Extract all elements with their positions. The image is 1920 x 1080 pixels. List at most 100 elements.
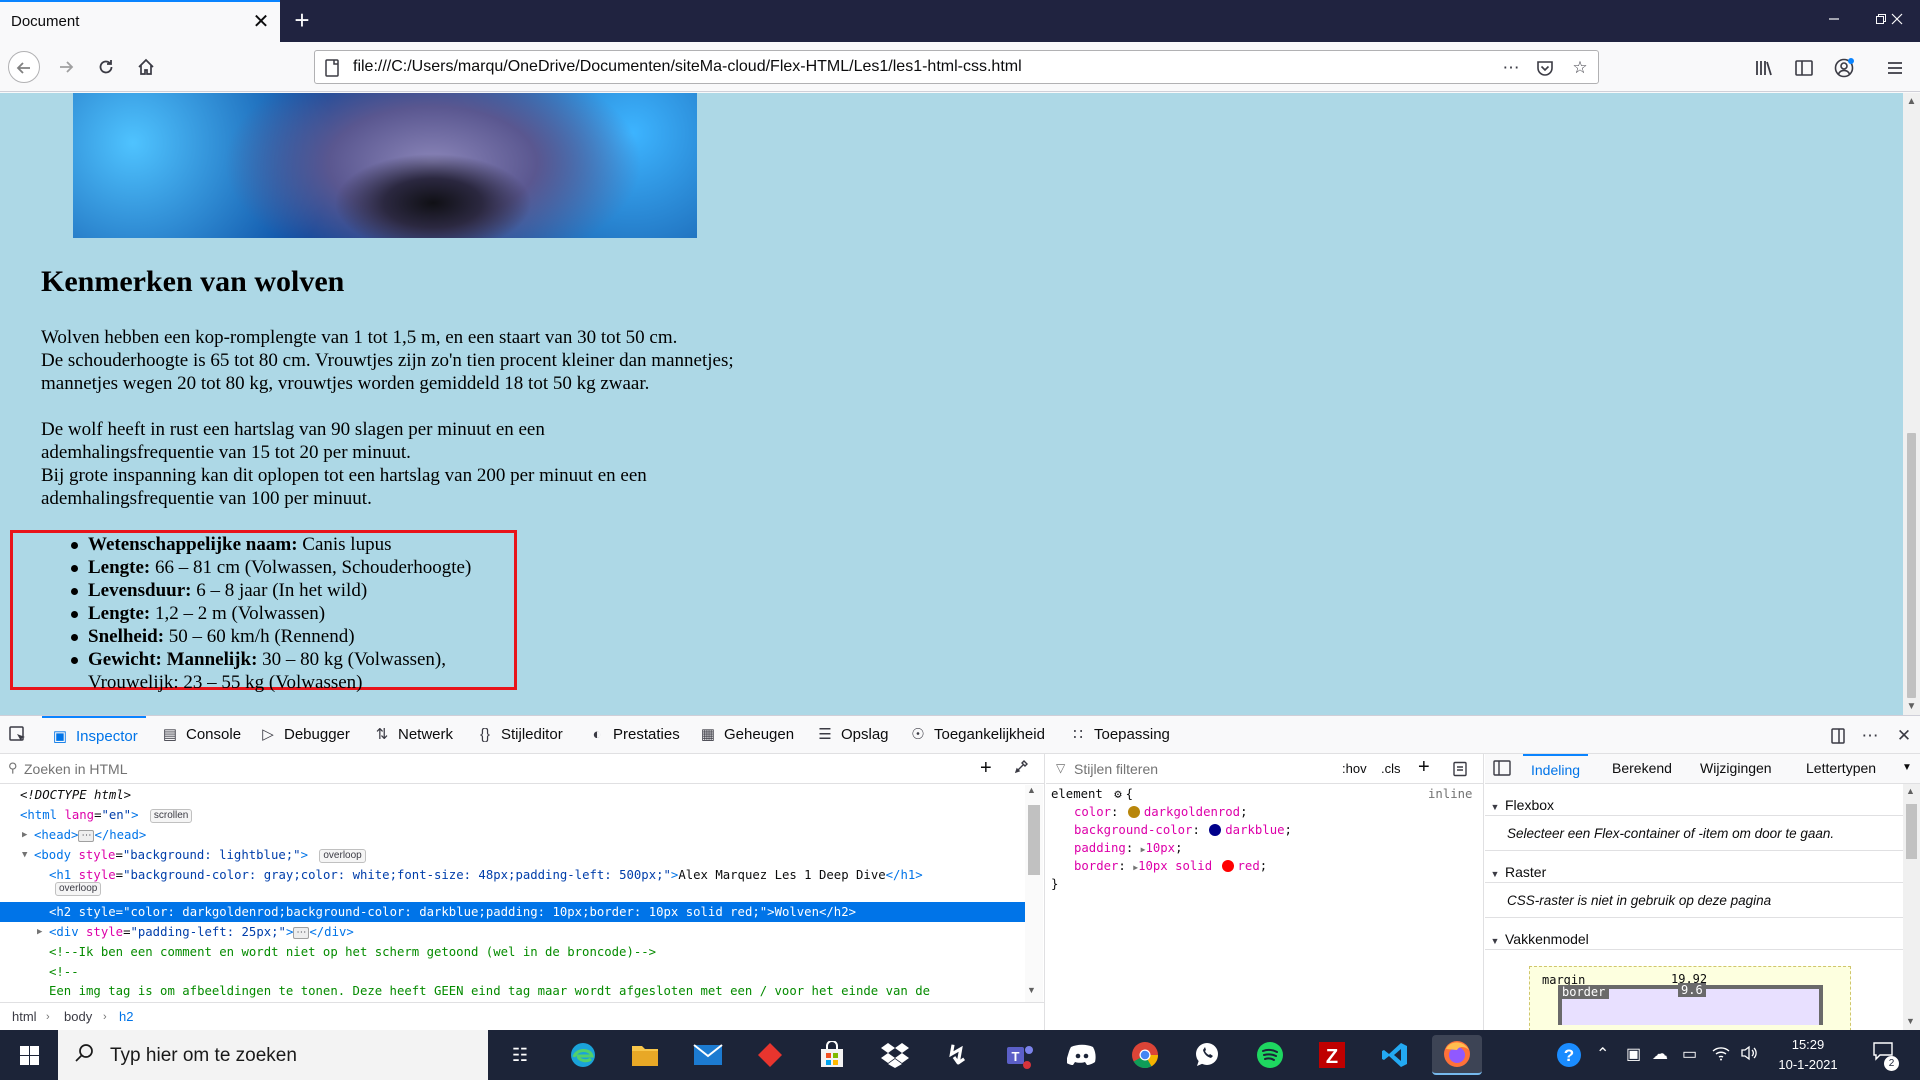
tab-performance[interactable]: ◐ Prestaties bbox=[587, 716, 679, 754]
color-swatch-icon[interactable] bbox=[1209, 824, 1222, 836]
tab-indeling[interactable]: Indeling bbox=[1523, 754, 1589, 784]
cls-toggle[interactable]: .cls bbox=[1381, 758, 1401, 780]
meet-now-icon[interactable]: ▣ bbox=[1626, 1045, 1641, 1065]
forward-button[interactable] bbox=[50, 51, 82, 83]
tab-memory[interactable]: ▦ Geheugen bbox=[698, 716, 794, 754]
scroll-down-icon[interactable]: ▼ bbox=[1903, 698, 1920, 715]
edge-icon[interactable] bbox=[563, 1035, 603, 1075]
devtools-menu-icon[interactable]: ⋯ bbox=[1858, 724, 1882, 748]
clock[interactable]: 15:29 10-1-2021 bbox=[1768, 1035, 1848, 1075]
tab-application[interactable]: ∷ Toepassing bbox=[1068, 716, 1170, 754]
home-button[interactable] bbox=[130, 51, 162, 83]
filezilla-icon[interactable]: Z bbox=[1312, 1035, 1352, 1075]
breadcrumb-body[interactable]: body bbox=[64, 1003, 92, 1031]
scroll-badge[interactable]: scrollen bbox=[149, 808, 193, 823]
add-rule-icon[interactable]: + bbox=[1418, 756, 1430, 778]
window-close-button[interactable] bbox=[1874, 0, 1920, 42]
markup-scroll-thumb[interactable] bbox=[1028, 805, 1040, 875]
page-scroll-thumb[interactable] bbox=[1907, 433, 1916, 698]
devtools-close-icon[interactable]: ✕ bbox=[1892, 724, 1916, 748]
markup-node-comment[interactable]: <!--Ik ben een comment en wordt niet op … bbox=[0, 942, 1025, 962]
markup-node-html[interactable]: <html lang="en"> scrollen bbox=[0, 805, 1025, 825]
new-tab-button[interactable]: + bbox=[287, 6, 317, 36]
tab-accessibility[interactable]: ☉ Toegankelijkheid bbox=[908, 716, 1045, 754]
teams-icon[interactable]: T bbox=[1000, 1035, 1040, 1075]
dropbox-icon[interactable] bbox=[875, 1035, 915, 1075]
markup-node-body[interactable]: ▼ <body style="background: lightblue;"> … bbox=[0, 845, 1025, 865]
markup-tree[interactable]: <!DOCTYPE html> <html lang="en"> scrolle… bbox=[0, 785, 1025, 998]
battery-icon[interactable]: ▭ bbox=[1682, 1045, 1697, 1065]
discord-icon[interactable] bbox=[1062, 1035, 1102, 1075]
markup-node-comment[interactable]: <!-- bbox=[0, 962, 1025, 982]
rule-prop-padding[interactable]: padding: ▶10px; bbox=[1074, 839, 1183, 857]
overflow-badge[interactable]: overloop bbox=[319, 848, 366, 863]
breadcrumb-h2[interactable]: h2 bbox=[119, 1003, 133, 1031]
section-boxmodel-header[interactable]: ▼ Vakkenmodel bbox=[1485, 928, 1903, 950]
more-tabs-chevron-icon[interactable]: ▼ bbox=[1902, 754, 1912, 784]
layout-scroll-thumb[interactable] bbox=[1906, 804, 1917, 859]
gear-icon[interactable]: ⚙ bbox=[1114, 785, 1121, 803]
scroll-up-icon[interactable]: ▲ bbox=[1903, 93, 1920, 110]
spotify-icon[interactable] bbox=[1250, 1035, 1290, 1075]
tab-lettertypen[interactable]: Lettertypen bbox=[1806, 754, 1876, 784]
store-icon[interactable] bbox=[812, 1035, 852, 1075]
print-media-icon[interactable] bbox=[1452, 758, 1468, 784]
markup-node-head[interactable]: ▶ <head> ⋯ </head> bbox=[0, 825, 1025, 845]
page-actions-icon[interactable]: ⋯ bbox=[1499, 56, 1523, 80]
pocket-icon[interactable] bbox=[1533, 56, 1557, 80]
color-swatch-icon[interactable] bbox=[1221, 860, 1234, 872]
tab-style-editor[interactable]: {} Stijleditor bbox=[475, 716, 563, 754]
expand-triangle-icon[interactable]: ▶ bbox=[22, 825, 27, 845]
back-button[interactable] bbox=[8, 51, 40, 83]
tab-wijzigingen[interactable]: Wijzigingen bbox=[1700, 754, 1772, 784]
color-swatch-icon[interactable] bbox=[1127, 806, 1140, 818]
whatsapp-icon[interactable] bbox=[1187, 1035, 1227, 1075]
tab-debugger[interactable]: ▷ Debugger bbox=[258, 716, 350, 754]
hov-toggle[interactable]: :hov bbox=[1342, 758, 1367, 780]
section-flexbox-header[interactable]: ▼ Flexbox bbox=[1485, 794, 1903, 816]
page-scrollbar[interactable]: ▲ ▼ bbox=[1903, 93, 1920, 715]
taskbar-search[interactable]: Typ hier om te zoeken bbox=[58, 1030, 488, 1080]
markup-scrollbar[interactable]: ▲ ▼ bbox=[1025, 785, 1043, 1002]
scroll-down-icon[interactable]: ▼ bbox=[1906, 1016, 1915, 1026]
overflow-badge[interactable]: overloop bbox=[55, 882, 102, 896]
expand-triangle-icon[interactable]: ▶ bbox=[37, 922, 42, 942]
breadcrumb-html[interactable]: html bbox=[12, 1003, 37, 1031]
window-minimize-button[interactable] bbox=[1811, 0, 1857, 42]
markup-node-doctype[interactable]: <!DOCTYPE html> bbox=[0, 785, 1025, 805]
notification-center-icon[interactable]: 2 bbox=[1868, 1040, 1899, 1071]
page-info-icon[interactable] bbox=[323, 58, 343, 78]
tab-inspector[interactable]: ▣ Inspector bbox=[42, 716, 146, 754]
mail-icon[interactable] bbox=[688, 1035, 728, 1075]
rule-prop-color[interactable]: color: darkgoldenrod; bbox=[1074, 803, 1248, 821]
collapsed-content-icon[interactable]: ⋯ bbox=[293, 926, 310, 939]
account-icon[interactable] bbox=[1830, 54, 1858, 82]
help-icon[interactable]: ? bbox=[1556, 1042, 1582, 1074]
url-text[interactable]: file:///C:/Users/marqu/OneDrive/Document… bbox=[353, 58, 1022, 76]
add-node-icon[interactable]: + bbox=[980, 757, 992, 779]
tab-berekend[interactable]: Berekend bbox=[1612, 754, 1672, 784]
start-button[interactable] bbox=[0, 1030, 58, 1080]
markup-node-h2-selected[interactable]: <h2 style="color: darkgoldenrod;backgrou… bbox=[0, 902, 1025, 922]
tab-console[interactable]: ▤ Console bbox=[160, 716, 241, 754]
sidebar-icon[interactable] bbox=[1790, 54, 1818, 82]
menu-icon[interactable] bbox=[1881, 54, 1909, 82]
tab-network[interactable]: ⇅ Netwerk bbox=[372, 716, 453, 754]
styles-filter-input[interactable] bbox=[1074, 759, 1294, 779]
browser-tab[interactable]: Document ✕ bbox=[0, 0, 280, 42]
dock-side-icon[interactable] bbox=[1826, 724, 1850, 748]
element-picker-icon[interactable] bbox=[8, 716, 28, 754]
firefox-icon[interactable] bbox=[1432, 1035, 1482, 1075]
scroll-up-icon[interactable]: ▲ bbox=[1027, 785, 1036, 795]
onedrive-cloud-icon[interactable]: ☁ bbox=[1652, 1045, 1668, 1065]
markup-node-comment[interactable]: Een img tag is om afbeeldingen te tonen.… bbox=[0, 981, 1025, 999]
url-bar[interactable]: file:///C:/Users/marqu/OneDrive/Document… bbox=[314, 50, 1599, 84]
layout-scrollbar[interactable]: ▲ ▼ bbox=[1903, 784, 1920, 1031]
show-hidden-icons-chevron-icon[interactable]: ⌃ bbox=[1596, 1045, 1609, 1065]
task-view-icon[interactable]: ☷ bbox=[500, 1035, 540, 1075]
scroll-down-icon[interactable]: ▼ bbox=[1027, 985, 1036, 995]
tab-storage[interactable]: ☰ Opslag bbox=[815, 716, 888, 754]
tab-close-icon[interactable]: ✕ bbox=[250, 11, 272, 33]
section-grid-header[interactable]: ▼ Raster bbox=[1485, 861, 1903, 883]
eyedropper-icon[interactable] bbox=[1014, 758, 1030, 778]
